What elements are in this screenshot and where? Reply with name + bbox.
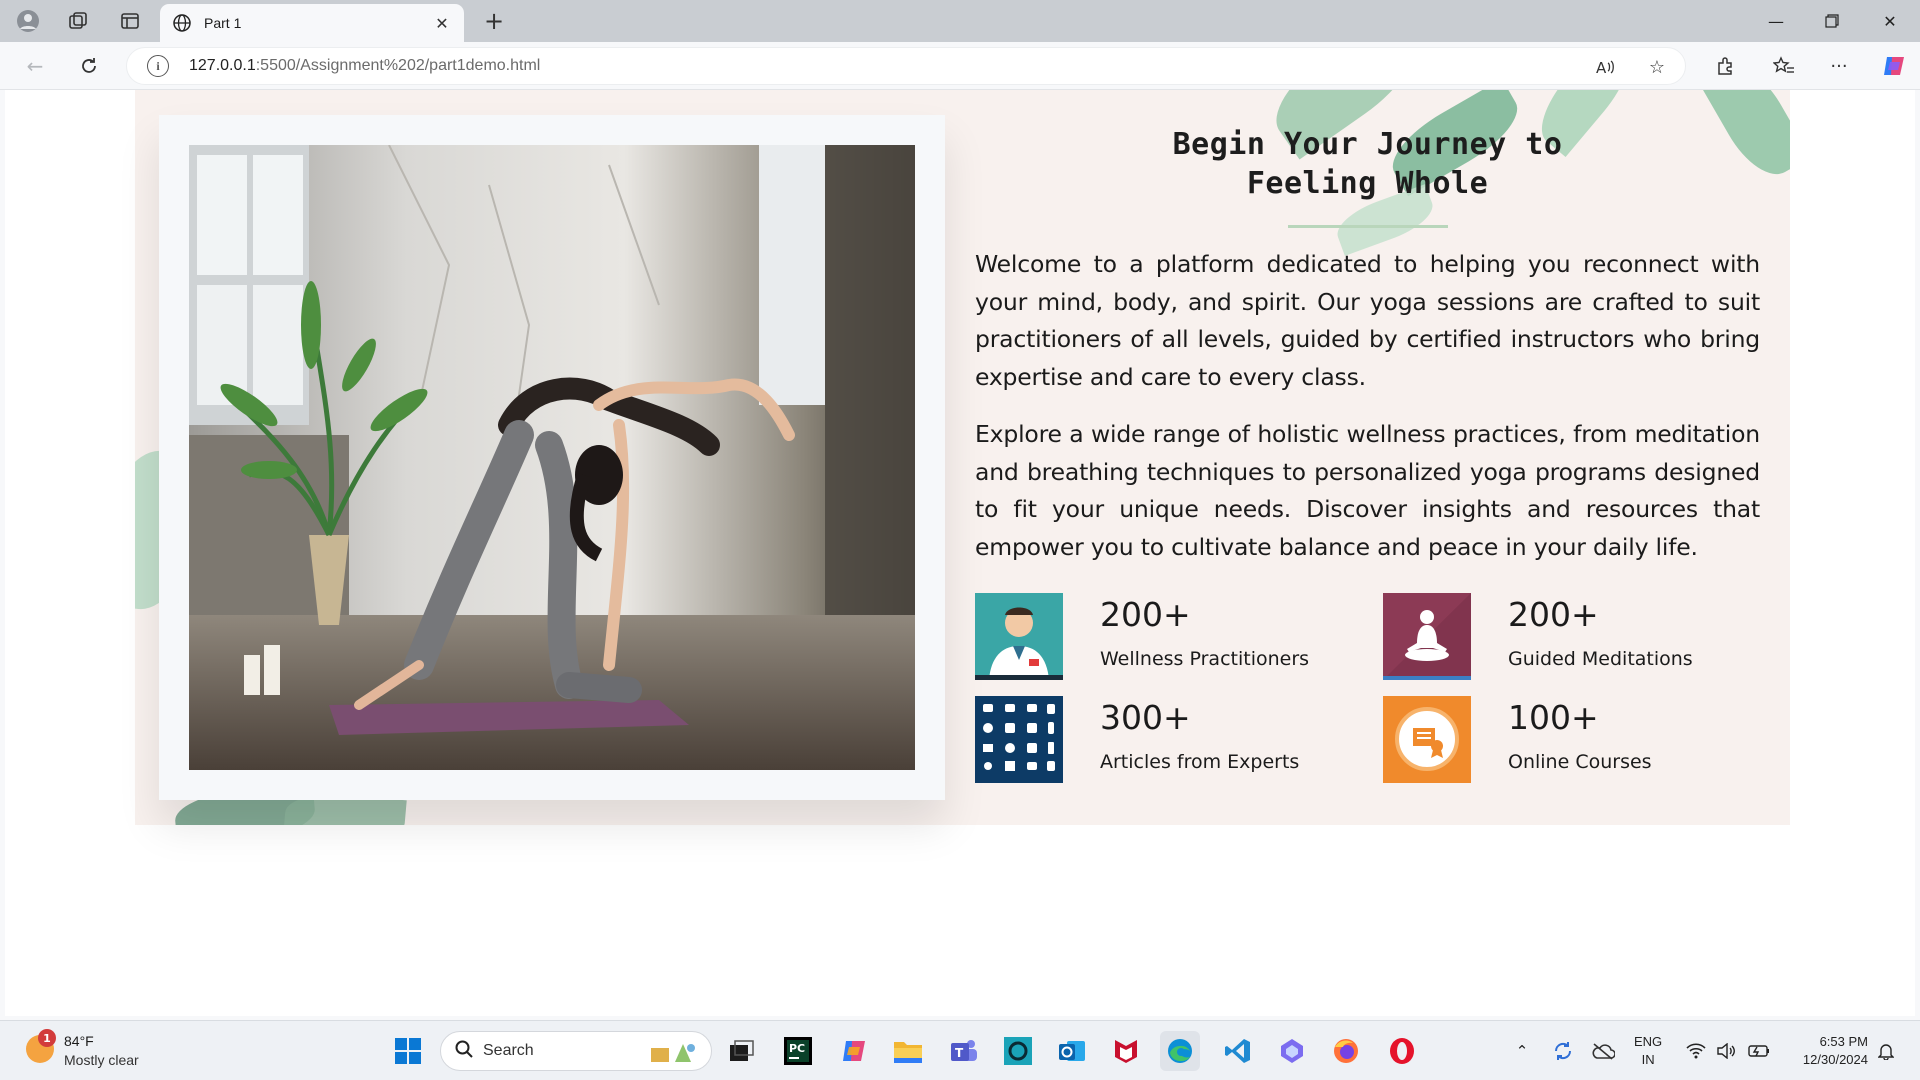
weather-widget[interactable]: 1 84°F Mostly clear xyxy=(22,1029,172,1073)
stat-label: Online Courses xyxy=(1508,751,1652,773)
extensions-icon[interactable] xyxy=(1705,50,1745,82)
language-indicator[interactable]: ENG IN xyxy=(1634,1033,1662,1069)
minimize-button[interactable]: — xyxy=(1748,0,1804,42)
stat-label: Guided Meditations xyxy=(1508,648,1693,670)
search-highlight-icon xyxy=(649,1040,699,1068)
page-viewport: Begin Your Journey to Feeling Whole Welc… xyxy=(5,90,1915,1016)
title-underline xyxy=(1287,225,1448,228)
more-options-icon[interactable]: ··· xyxy=(1819,50,1859,82)
svg-text:PC: PC xyxy=(789,1042,805,1055)
profile-icon[interactable] xyxy=(6,0,50,42)
language-code: ENG xyxy=(1634,1034,1663,1049)
stat-wellness-practitioners: 200+ Wellness Practitioners xyxy=(975,593,1375,681)
outlook-icon[interactable] xyxy=(1052,1031,1092,1071)
clock-time: 6:53 PM xyxy=(1819,1034,1868,1049)
address-bar[interactable]: i 127.0.0.1:5500/Assignment%202/part1dem… xyxy=(126,47,1686,85)
workspaces-icon[interactable] xyxy=(56,0,100,42)
new-tab-button[interactable]: + xyxy=(478,6,510,36)
pycharm-icon[interactable]: PC xyxy=(778,1031,818,1071)
stat-guided-meditations: 200+ Guided Meditations xyxy=(1383,593,1783,681)
cortana-app-icon[interactable] xyxy=(998,1031,1038,1071)
start-icon[interactable] xyxy=(388,1031,428,1071)
tab-strip: Part 1 ✕ + — ✕ xyxy=(0,0,1920,42)
stat-number: 300+ xyxy=(1100,698,1191,737)
task-view-icon[interactable] xyxy=(722,1031,762,1071)
stat-label: Wellness Practitioners xyxy=(1100,648,1310,670)
photo-frame xyxy=(159,115,945,800)
page-title-line2: Feeling Whole xyxy=(1246,166,1489,201)
show-hidden-icons-icon[interactable]: ⌃ xyxy=(1508,1031,1536,1071)
wifi-icon[interactable] xyxy=(1682,1031,1710,1071)
volume-icon[interactable] xyxy=(1712,1031,1740,1071)
globe-icon xyxy=(172,13,192,33)
intro-paragraph-2: Explore a wide range of holistic wellnes… xyxy=(975,420,1760,561)
vertical-tabs-icon[interactable] xyxy=(108,0,152,42)
taskbar: 1 84°F Mostly clear Search PC T ⌃ ENG IN… xyxy=(0,1020,1920,1080)
firefox-icon[interactable] xyxy=(1326,1031,1366,1071)
notifications-icon[interactable] xyxy=(1872,1031,1900,1071)
meditation-icon xyxy=(1383,593,1471,680)
stat-articles-from-experts: 300+ Articles from Experts xyxy=(975,696,1375,784)
teams-icon[interactable]: T xyxy=(944,1031,984,1071)
mcafee-icon[interactable] xyxy=(1106,1031,1146,1071)
stat-number: 200+ xyxy=(1100,595,1191,634)
certificate-icon xyxy=(1383,696,1471,783)
favorites-icon[interactable] xyxy=(1764,50,1804,82)
tab-title: Part 1 xyxy=(204,15,242,31)
svg-text:T: T xyxy=(955,1046,964,1060)
tab-close-icon[interactable]: ✕ xyxy=(432,14,452,33)
search-icon xyxy=(455,1040,473,1063)
restore-button[interactable] xyxy=(1804,0,1860,42)
onedrive-icon[interactable] xyxy=(1586,1031,1620,1071)
vscode-icon[interactable] xyxy=(1218,1031,1258,1071)
stat-number: 200+ xyxy=(1508,595,1599,634)
search-placeholder: Search xyxy=(483,1042,534,1059)
stat-label: Articles from Experts xyxy=(1100,751,1300,773)
stat-online-courses: 100+ Online Courses xyxy=(1383,696,1783,784)
back-button[interactable]: ← xyxy=(18,50,52,82)
clock-date: 12/30/2024 xyxy=(1802,1052,1868,1067)
read-aloud-icon[interactable]: A xyxy=(1587,48,1623,86)
svg-text:A: A xyxy=(1596,59,1607,77)
weather-condition: Mostly clear xyxy=(64,1052,139,1068)
opera-icon[interactable] xyxy=(1382,1031,1422,1071)
browser-toolbar: ← i 127.0.0.1:5500/Assignment%202/part1d… xyxy=(0,42,1920,90)
url-text: 127.0.0.1:5500/Assignment%202/part1demo.… xyxy=(189,57,540,75)
url-path: :5500/Assignment%202/part1demo.html xyxy=(255,57,541,74)
refresh-button[interactable] xyxy=(72,50,106,82)
copilot-icon[interactable] xyxy=(1874,50,1914,82)
edge-icon[interactable] xyxy=(1160,1031,1200,1071)
sync-icon[interactable] xyxy=(1546,1031,1580,1071)
clock[interactable]: 6:53 PM 12/30/2024 xyxy=(1778,1033,1868,1069)
copilot-pro-icon[interactable] xyxy=(1272,1031,1312,1071)
weather-temperature: 84°F xyxy=(64,1033,94,1049)
stat-number: 100+ xyxy=(1508,698,1599,737)
notification-badge: 1 xyxy=(38,1029,56,1047)
intro-content: Begin Your Journey to Feeling Whole Welc… xyxy=(975,125,1760,586)
taskbar-search[interactable]: Search xyxy=(440,1031,712,1071)
page-title: Begin Your Journey to Feeling Whole xyxy=(975,125,1760,203)
doctor-icon xyxy=(975,593,1063,680)
region-code: IN xyxy=(1641,1052,1655,1067)
close-window-button[interactable]: ✕ xyxy=(1862,0,1918,42)
tab-active[interactable]: Part 1 ✕ xyxy=(160,4,464,42)
url-host: 127.0.0.1 xyxy=(189,57,256,74)
browser-window: Part 1 ✕ + — ✕ ← i 127.0.0.1:5500/Assign… xyxy=(0,0,1920,1080)
battery-icon[interactable] xyxy=(1744,1031,1774,1071)
medical-grid-icon xyxy=(975,696,1063,783)
page-title-line1: Begin Your Journey to xyxy=(1172,127,1563,162)
copilot-app-icon[interactable] xyxy=(834,1031,874,1071)
favorite-star-icon[interactable]: ☆ xyxy=(1639,48,1675,86)
site-info-icon[interactable]: i xyxy=(147,55,169,77)
file-explorer-icon[interactable] xyxy=(888,1031,928,1071)
yoga-photo xyxy=(189,145,915,770)
intro-paragraph-1: Welcome to a platform dedicated to helpi… xyxy=(975,250,1760,391)
